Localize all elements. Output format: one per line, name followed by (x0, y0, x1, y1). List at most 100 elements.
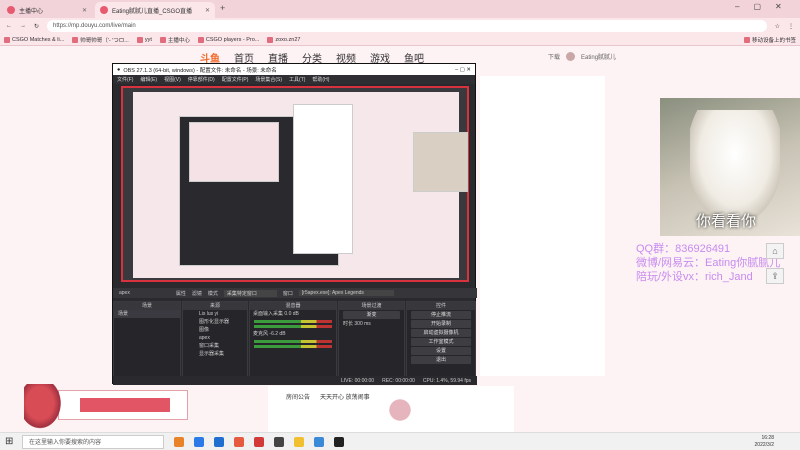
side-home-icon[interactable]: ⌂ (766, 243, 784, 259)
obs-taskbar-icon[interactable] (334, 436, 344, 447)
app-icon[interactable] (274, 436, 284, 447)
live-time: LIVE: 00:00:00 (341, 377, 375, 384)
time: 16:28 (761, 435, 774, 441)
notice-label: 房间公告 (286, 395, 311, 401)
mixer-channel: 桌面输入采集 0.0 dB (253, 311, 299, 317)
obs-preview[interactable] (121, 86, 469, 282)
bookmark[interactable]: CSGO Matches & li... (4, 36, 64, 43)
transition-select[interactable]: 渐变 (343, 311, 400, 319)
app-icon[interactable] (234, 436, 244, 447)
studio-mode-button[interactable]: 工作室模式 (411, 338, 471, 346)
vx-info: 陪玩/外设vx：rich_Jand (636, 271, 753, 283)
mode-label: 模式 (207, 290, 218, 297)
tab-label: Eating腻腻儿直播_CSGO直播 (112, 8, 193, 15)
rec-time: REC: 00:00:00 (382, 377, 415, 384)
bookmark[interactable]: 主播中心 (159, 36, 190, 44)
controls-header: 控件 (407, 302, 475, 310)
menu-icon[interactable]: ⋮ (788, 23, 794, 30)
notice-text: 天天开心 放荡闹事 (320, 395, 370, 401)
avatar[interactable] (566, 52, 576, 61)
menu-edit[interactable]: 编辑(E) (140, 76, 157, 83)
scenes-header: 场景 (114, 302, 180, 310)
bookmark[interactable]: 帅哥帅哥（'- 'つロ... (72, 36, 129, 44)
cat-image (690, 110, 780, 220)
transitions-dock: 场景过渡 渐变 时长 300 ms (338, 301, 405, 377)
stop-stream-button[interactable]: 停止推流 (411, 311, 471, 319)
source-item[interactable]: 图形化显示器 (183, 318, 247, 326)
obs-statusbar: LIVE: 00:00:00 REC: 00:00:00 CPU: 1.4%, … (113, 376, 477, 385)
menu-view[interactable]: 视图(V) (164, 76, 181, 83)
window-select[interactable]: [r5apex.exe]: Apex Legends (298, 290, 394, 296)
bookmark[interactable]: CSGO players - Pro... (197, 36, 259, 43)
reload-icon[interactable]: ↻ (34, 23, 39, 30)
window-controls[interactable]: –▢✕ (735, 2, 796, 11)
browser-tab[interactable]: 主播中心 ✕ (2, 2, 92, 18)
obs-menubar: 文件(F) 编辑(E) 视图(V) 停靠部件(D) 配置文件(P) 场景集合(S… (113, 75, 475, 84)
app-icon[interactable] (254, 436, 264, 447)
source-item[interactable]: 显示器采集 (183, 350, 247, 358)
source-item[interactable]: apex (183, 334, 247, 342)
close-icon[interactable]: ✕ (82, 7, 87, 14)
scene-item[interactable]: 场景 (114, 310, 180, 318)
emblem-image (372, 390, 428, 430)
app-icon[interactable] (314, 436, 324, 447)
menu-docks[interactable]: 停靠部件(D) (188, 76, 215, 83)
forward-icon[interactable]: → (20, 23, 26, 29)
download-link[interactable]: 下载 (548, 52, 560, 61)
source-item[interactable]: 窗口采集 (183, 342, 247, 350)
obs-window-controls[interactable]: – ▢ ✕ (455, 67, 471, 73)
nested-cam (413, 132, 468, 192)
edge-icon[interactable] (194, 436, 204, 447)
menu-help[interactable]: 帮助(H) (312, 76, 329, 83)
bookmark[interactable]: zoxo.zn27 (267, 36, 300, 43)
bookmark[interactable]: yyt (136, 36, 152, 43)
stream-caption: 你看看你 (696, 213, 757, 230)
duration-input[interactable]: 300 ms (354, 321, 370, 327)
menu-tools[interactable]: 工具(T) (289, 76, 305, 83)
windows-start-icon[interactable]: ⊞ (5, 436, 13, 447)
obs-title: OBS 27.1.3 (64-bit, windows) - 配置文件: 未命名… (123, 67, 277, 74)
properties-button[interactable]: 属性 (176, 290, 186, 297)
filters-button[interactable]: 滤镜 (192, 290, 202, 297)
mixer-channel: 麦克风 -6.2 dB (253, 331, 286, 337)
user-area: 下载 Eating腻腻儿 (548, 52, 616, 61)
mode-select[interactable]: 采集特定窗口 (223, 289, 277, 297)
controls-dock: 控件 停止推流 开始录制 启动虚拟摄像机 工作室模式 设置 退出 (406, 301, 476, 377)
exit-button[interactable]: 退出 (411, 356, 471, 364)
back-icon[interactable]: ← (6, 23, 12, 29)
virtual-camera-button[interactable]: 启动虚拟摄像机 (411, 329, 471, 337)
obs-titlebar: ● OBS 27.1.3 (64-bit, windows) - 配置文件: 未… (113, 64, 475, 75)
menu-profile[interactable]: 配置文件(P) (222, 76, 249, 83)
audio-meter (254, 320, 332, 323)
mobile-bookmarks[interactable]: 移动设备上的书签 (743, 36, 796, 44)
username[interactable]: Eating腻腻儿 (581, 52, 616, 61)
clock: 16:28 2022/3/2 (755, 435, 774, 449)
tab-label: 主播中心 (19, 8, 44, 15)
sources-header: 来源 (183, 302, 247, 310)
mixer-dock: 混音器 桌面输入采集 0.0 dB 麦克风 -6.2 dB (249, 301, 337, 377)
app-icon[interactable] (294, 436, 304, 447)
selected-source: apex (119, 290, 130, 296)
taskbar-search[interactable]: 在这里输入你要搜索的内容 (22, 434, 164, 449)
side-share-icon[interactable]: ⇪ (766, 268, 784, 284)
star-icon[interactable]: ☆ (775, 23, 780, 30)
url-field[interactable]: https://mp.douyu.com/live/main (47, 20, 767, 32)
menu-scene-collection[interactable]: 场景集合(S) (255, 76, 282, 83)
douyu-favicon (7, 6, 15, 14)
menu-file[interactable]: 文件(F) (117, 76, 133, 83)
settings-button[interactable]: 设置 (411, 347, 471, 355)
source-item[interactable]: 图像 (183, 326, 247, 334)
site-nav: 斗鱼 首页 直播 分类 视频 游戏 鱼吧 (200, 50, 424, 65)
browser-tab-active[interactable]: Eating腻腻儿直播_CSGO直播 ✕ (95, 2, 215, 18)
duration-row: 时长 300 ms (343, 321, 371, 327)
content-panel (480, 76, 605, 376)
douyu-favicon (100, 6, 108, 14)
new-tab-icon[interactable]: + (220, 3, 225, 13)
close-icon[interactable]: ✕ (205, 7, 210, 14)
firefox-icon[interactable] (174, 436, 184, 447)
obs-window: ● OBS 27.1.3 (64-bit, windows) - 配置文件: 未… (112, 63, 477, 385)
source-item[interactable]: Lis lus yi (183, 310, 247, 318)
start-record-button[interactable]: 开始录制 (411, 320, 471, 328)
overlay-bar (80, 398, 170, 412)
store-icon[interactable] (214, 436, 224, 447)
